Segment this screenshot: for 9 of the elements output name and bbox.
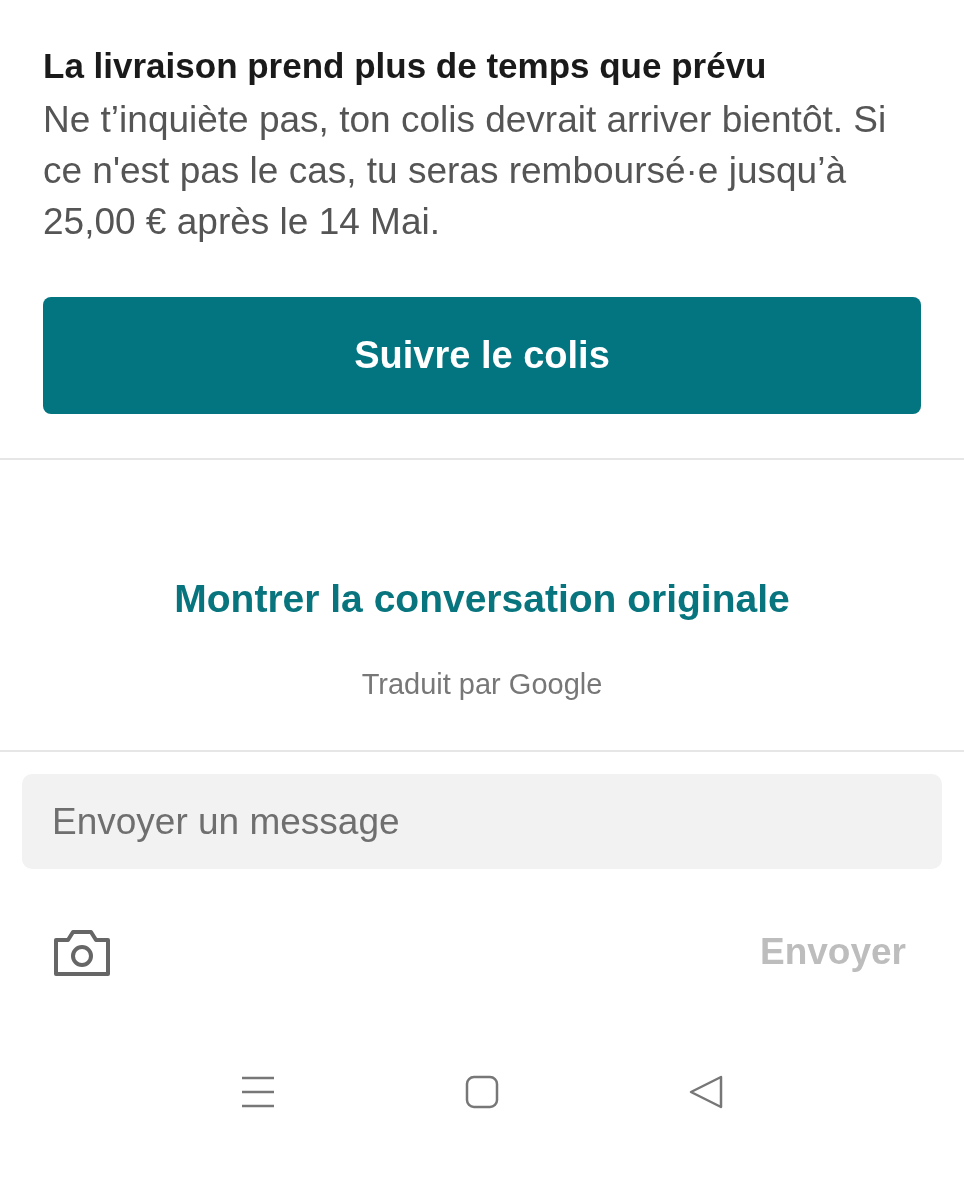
show-original-link[interactable]: Montrer la conversation originale	[174, 570, 790, 629]
message-field[interactable]: Envoyer un message	[22, 774, 942, 869]
notice-message: Ne t’inquiète pas, ton colis devrait arriver bientôt. Si ce n'est pas le cas, tu seras remboursé·e jusqu’à 25,00 € après le 14 Mai.	[43, 98, 888, 244]
home-icon[interactable]	[465, 1074, 499, 1109]
menu-icon[interactable]	[241, 1074, 275, 1109]
back-icon[interactable]	[689, 1074, 723, 1109]
translation-note: Traduit par Google	[361, 666, 603, 702]
notice-title: La livraison prend plus de temps que prévu	[43, 45, 768, 87]
track-parcel-button[interactable]: Suivre le colis	[43, 297, 921, 414]
